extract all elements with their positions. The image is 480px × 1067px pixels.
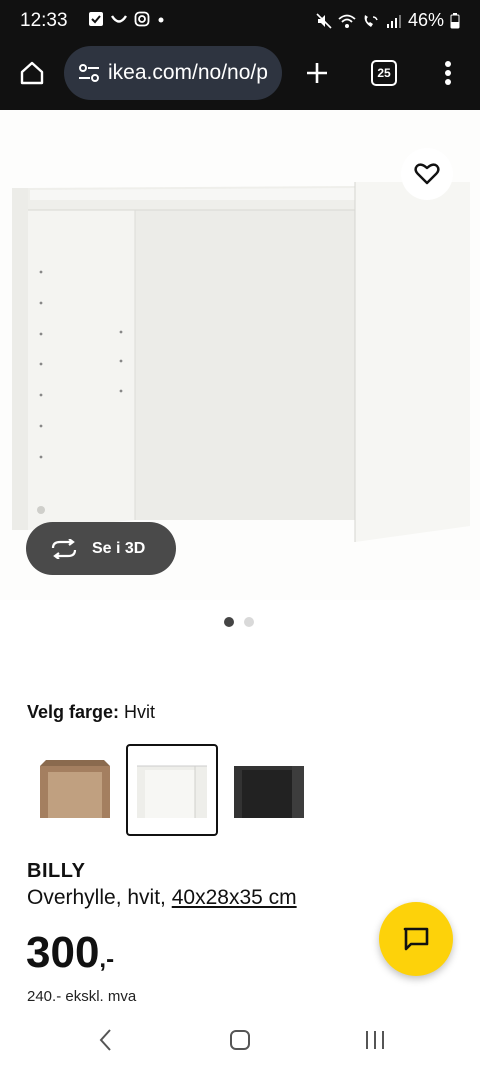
system-navigation-bar bbox=[0, 1010, 480, 1067]
product-price: 300,- bbox=[26, 928, 114, 978]
battery-percent: 46% bbox=[407, 10, 444, 30]
color-label-prefix: Velg farge: bbox=[27, 702, 120, 722]
address-bar[interactable]: ikea.com/no/no/p bbox=[64, 46, 282, 100]
signal-icon bbox=[386, 14, 401, 28]
new-tab-button[interactable] bbox=[295, 51, 339, 95]
chat-icon bbox=[403, 927, 429, 951]
mute-icon bbox=[316, 12, 332, 29]
back-icon bbox=[99, 1029, 111, 1051]
product-name: BILLY bbox=[27, 860, 86, 882]
tab-count: 25 bbox=[371, 60, 397, 86]
white-shelf-thumbnail bbox=[137, 765, 207, 818]
color-swatch-black-brown[interactable] bbox=[223, 744, 315, 836]
favorite-button[interactable] bbox=[401, 148, 453, 200]
selected-color-value: Hvit bbox=[124, 702, 156, 722]
price-excluding-vat: 240.- ekskl. mva bbox=[27, 988, 137, 1005]
product-description: Overhylle, hvit, 40x28x35 cm bbox=[27, 886, 297, 910]
notification-icons bbox=[88, 11, 166, 27]
price-main: 300 bbox=[26, 928, 100, 977]
status-time: 12:33 bbox=[20, 10, 68, 31]
more-vertical-icon bbox=[445, 61, 451, 85]
browser-menu-button[interactable] bbox=[426, 51, 470, 95]
color-swatch-white[interactable] bbox=[126, 744, 218, 836]
status-bar: 12:33 46% bbox=[0, 0, 480, 44]
wifi-icon bbox=[338, 14, 356, 28]
instagram-icon bbox=[134, 11, 150, 27]
wifi-call-icon bbox=[364, 14, 378, 27]
chat-button[interactable] bbox=[379, 902, 453, 976]
walnut-shelf-thumbnail bbox=[40, 760, 110, 818]
back-button[interactable] bbox=[86, 1020, 126, 1060]
system-icons: 46% bbox=[316, 10, 460, 31]
url-text: ikea.com/no/no/p bbox=[108, 61, 268, 84]
see-in-3d-label: Se i 3D bbox=[92, 539, 146, 557]
color-selector-label: Velg farge: Hvit bbox=[27, 702, 155, 723]
color-swatch-walnut[interactable] bbox=[29, 744, 121, 836]
see-in-3d-button[interactable]: Se i 3D bbox=[26, 522, 176, 575]
battery-icon bbox=[450, 12, 460, 28]
heart-icon bbox=[414, 163, 440, 185]
product-type: Overhylle, hvit, bbox=[27, 886, 166, 909]
carousel-dot-1[interactable] bbox=[224, 617, 234, 627]
product-dimensions-link[interactable]: 40x28x35 cm bbox=[172, 886, 297, 909]
site-settings-icon bbox=[79, 64, 99, 82]
price-suffix: ,- bbox=[99, 946, 115, 973]
rotate-3d-icon bbox=[51, 538, 77, 559]
plus-icon bbox=[307, 63, 327, 83]
smile-notification-icon bbox=[110, 15, 128, 23]
carousel-dot-2[interactable] bbox=[244, 617, 254, 627]
recents-icon bbox=[366, 1031, 384, 1049]
black-brown-shelf-thumbnail bbox=[234, 766, 304, 818]
tab-switcher-button[interactable]: 25 bbox=[362, 51, 406, 95]
check-notification-icon bbox=[89, 12, 103, 26]
home-nav-button[interactable] bbox=[220, 1020, 260, 1060]
recents-button[interactable] bbox=[355, 1020, 395, 1060]
more-notifications-dot-icon bbox=[158, 17, 164, 23]
home-icon bbox=[20, 61, 44, 85]
home-button[interactable] bbox=[10, 51, 54, 95]
home-nav-icon bbox=[230, 1030, 250, 1050]
image-carousel-indicator bbox=[224, 617, 254, 627]
